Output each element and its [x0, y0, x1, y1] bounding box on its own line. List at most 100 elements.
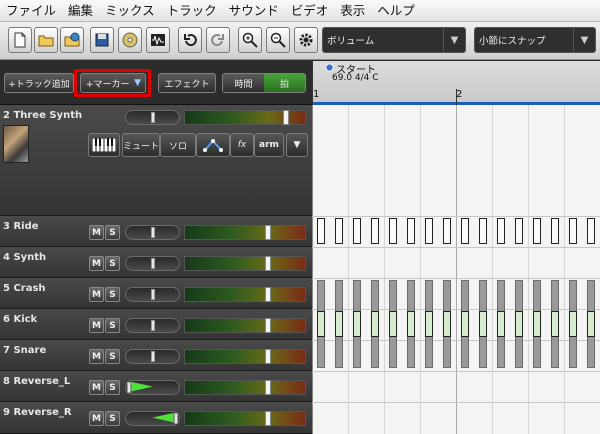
solo-button[interactable]: S	[105, 411, 120, 426]
mute-button[interactable]: M	[89, 318, 104, 333]
volume-slider[interactable]	[184, 110, 306, 125]
solo-button[interactable]: S	[105, 380, 120, 395]
clip[interactable]	[407, 218, 415, 244]
keyboard-button[interactable]	[88, 133, 120, 157]
track-menu-button[interactable]: ▼	[286, 133, 308, 157]
pan-knob[interactable]	[127, 382, 131, 393]
track-row[interactable]: 9 Reverse_R M S	[0, 402, 312, 434]
track-row[interactable]: 5 Crash M S	[0, 278, 312, 309]
clip[interactable]	[389, 311, 397, 337]
clip[interactable]	[587, 218, 595, 244]
new-file-button[interactable]	[8, 27, 32, 53]
pan-slider[interactable]	[125, 318, 180, 333]
volume-knob[interactable]	[265, 349, 271, 364]
clip[interactable]	[515, 311, 523, 337]
clip[interactable]	[389, 218, 397, 244]
pan-knob[interactable]	[151, 320, 155, 331]
clip[interactable]	[353, 218, 361, 244]
clip[interactable]	[335, 218, 343, 244]
solo-button[interactable]: S	[105, 318, 120, 333]
volume-knob[interactable]	[265, 256, 271, 271]
track-name[interactable]: 3 Ride	[3, 221, 39, 232]
clip[interactable]	[425, 218, 433, 244]
automation-button[interactable]	[196, 133, 230, 157]
track-row[interactable]: 2 Three Synth ミュート ソロ fx arm ▼	[0, 105, 312, 216]
volume-knob[interactable]	[265, 287, 271, 302]
pan-knob[interactable]	[151, 289, 155, 300]
clip[interactable]	[533, 218, 541, 244]
track-row[interactable]: 8 Reverse_L M S	[0, 371, 312, 402]
volume-slider[interactable]	[184, 380, 306, 395]
mixdown-button[interactable]	[146, 27, 170, 53]
track-name[interactable]: 7 Snare	[3, 345, 46, 356]
volume-knob[interactable]	[265, 380, 271, 395]
effects-button[interactable]: エフェクト	[158, 73, 216, 93]
clip[interactable]	[551, 311, 559, 337]
clip[interactable]	[479, 218, 487, 244]
open-web-button[interactable]	[60, 27, 84, 53]
track-name[interactable]: 9 Reverse_R	[3, 407, 72, 418]
add-track-button[interactable]: +トラック追加	[4, 73, 74, 93]
clip[interactable]	[317, 218, 325, 244]
volume-knob[interactable]	[265, 225, 271, 240]
clip[interactable]	[479, 311, 487, 337]
volume-knob[interactable]	[265, 411, 271, 426]
pan-slider[interactable]	[125, 256, 180, 271]
settings-button[interactable]	[294, 27, 318, 53]
solo-button[interactable]: S	[105, 225, 120, 240]
mute-button[interactable]: ミュート	[122, 133, 160, 157]
clip[interactable]	[317, 311, 325, 337]
mute-button[interactable]: M	[89, 256, 104, 271]
pan-knob[interactable]	[151, 258, 155, 269]
pan-knob[interactable]	[151, 227, 155, 238]
clip[interactable]	[425, 311, 433, 337]
menu-help[interactable]: ヘルプ	[371, 0, 421, 22]
time-option[interactable]: 時間	[223, 74, 264, 92]
track-name[interactable]: 6 Kick	[3, 314, 37, 325]
clip[interactable]	[587, 311, 595, 337]
pan-slider[interactable]	[125, 349, 180, 364]
volume-slider[interactable]	[184, 256, 306, 271]
menu-video[interactable]: ビデオ	[285, 0, 335, 22]
volume-knob[interactable]	[283, 110, 289, 125]
solo-button[interactable]: ソロ	[160, 133, 196, 157]
track-row[interactable]: 3 Ride M S	[0, 216, 312, 247]
fx-button[interactable]: fx	[230, 133, 254, 157]
pan-knob[interactable]	[151, 351, 155, 362]
menu-edit[interactable]: 編集	[62, 0, 99, 22]
zoom-out-button[interactable]	[266, 27, 290, 53]
clip[interactable]	[461, 311, 469, 337]
volume-knob[interactable]	[265, 318, 271, 333]
menu-mix[interactable]: ミックス	[99, 0, 161, 22]
volume-slider[interactable]	[184, 225, 306, 240]
time-beat-toggle[interactable]: 時間 拍	[222, 73, 306, 93]
mute-button[interactable]: M	[89, 411, 104, 426]
track-name[interactable]: 8 Reverse_L	[3, 376, 70, 387]
pan-slider[interactable]	[125, 287, 180, 302]
pan-knob[interactable]	[151, 112, 155, 123]
clip[interactable]	[569, 311, 577, 337]
volume-slider[interactable]	[184, 287, 306, 302]
pan-knob[interactable]	[174, 413, 178, 424]
clip[interactable]	[443, 311, 451, 337]
clip[interactable]	[551, 218, 559, 244]
clip[interactable]	[353, 311, 361, 337]
pan-slider[interactable]	[125, 380, 180, 395]
clip[interactable]	[497, 311, 505, 337]
volume-dropdown[interactable]: ボリューム ▼	[322, 27, 466, 53]
clip[interactable]	[443, 218, 451, 244]
mute-button[interactable]: M	[89, 380, 104, 395]
beat-option[interactable]: 拍	[264, 74, 305, 92]
pan-slider[interactable]	[125, 225, 180, 240]
clip[interactable]	[371, 311, 379, 337]
volume-slider[interactable]	[184, 411, 306, 426]
clip[interactable]	[461, 218, 469, 244]
track-name[interactable]: 5 Crash	[3, 283, 46, 294]
clip[interactable]	[407, 311, 415, 337]
clip[interactable]	[515, 218, 523, 244]
volume-slider[interactable]	[184, 318, 306, 333]
arm-button[interactable]: arm	[254, 133, 284, 157]
clip[interactable]	[335, 311, 343, 337]
menu-view[interactable]: 表示	[334, 0, 371, 22]
snap-dropdown[interactable]: 小節にスナップ ▼	[474, 27, 596, 53]
